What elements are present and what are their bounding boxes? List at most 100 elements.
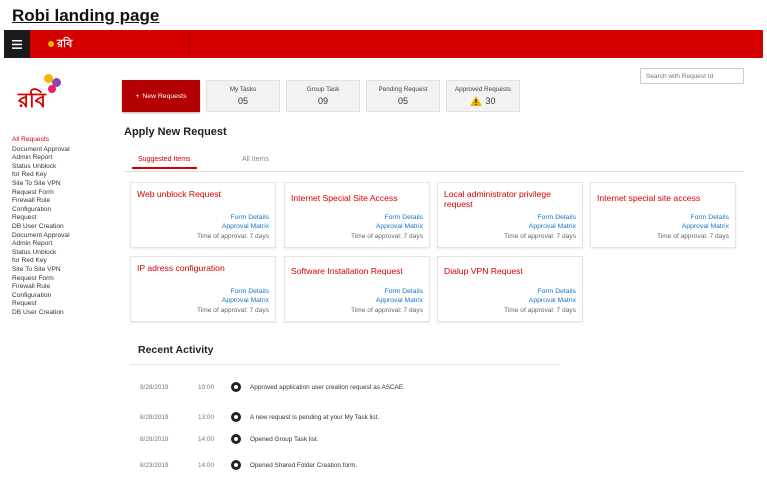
- request-card[interactable]: Local administrator privilege request Fo…: [437, 182, 583, 248]
- stat-value: 05: [397, 96, 408, 106]
- sidebar-item[interactable]: Firewall Rule: [12, 283, 104, 292]
- sidebar-item[interactable]: Document Approval: [12, 146, 104, 155]
- topbar-logo-text: রবি: [57, 37, 73, 50]
- activity-date: 8/23/2019: [140, 461, 169, 469]
- sidebar-item[interactable]: Request Form: [12, 275, 104, 284]
- gear-icon: [231, 434, 241, 444]
- approval-matrix-link[interactable]: Approval Matrix: [529, 297, 576, 304]
- request-card[interactable]: Web unblock Request Form Details Approva…: [130, 182, 276, 248]
- card-title[interactable]: Dialup VPN Request: [444, 266, 578, 276]
- card-title[interactable]: Internet special site access: [597, 193, 731, 203]
- activity-item: 8/28/2019 13:00 A new request is pending…: [140, 411, 379, 423]
- approval-matrix-link[interactable]: Approval Matrix: [222, 223, 269, 230]
- card-title[interactable]: Software Installation Request: [291, 266, 425, 276]
- sidebar-list: Document Approval Admin Report Status Unbl…: [12, 146, 104, 318]
- form-details-link[interactable]: Form Details: [230, 214, 269, 221]
- form-details-link[interactable]: Form Details: [537, 288, 576, 295]
- logo-dot-icon: [48, 41, 54, 47]
- gear-icon: [231, 382, 241, 392]
- gear-icon: [231, 460, 241, 470]
- plus-icon: +: [135, 92, 140, 100]
- new-request-button[interactable]: + New Requests: [122, 80, 200, 112]
- topbar-divider: [189, 30, 190, 58]
- sidebar-title[interactable]: All Requests: [12, 136, 104, 145]
- approval-time: Time of approval: 7 days: [504, 307, 576, 314]
- approval-time: Time of approval: 7 days: [351, 233, 423, 240]
- sidebar-item[interactable]: Request: [12, 300, 104, 309]
- sidebar-item[interactable]: Firewall Rule: [12, 197, 104, 206]
- stat-card-pending-request[interactable]: Pending Request 05: [366, 80, 440, 112]
- activity-text: Opened Group Task list.: [250, 435, 319, 443]
- sidebar-item[interactable]: DB User Creation: [12, 223, 104, 232]
- form-details-link[interactable]: Form Details: [537, 214, 576, 221]
- card-title[interactable]: IP adress configuration: [137, 263, 271, 273]
- stat-card-group-task[interactable]: Group Task 09: [286, 80, 360, 112]
- sidebar-item[interactable]: Admin Report: [12, 240, 104, 249]
- approval-matrix-link[interactable]: Approval Matrix: [529, 223, 576, 230]
- sidebar-item[interactable]: Document Approval: [12, 232, 104, 241]
- stat-value: 05: [237, 96, 248, 106]
- brand-logo[interactable]: রবি: [18, 72, 70, 112]
- activity-item: 8/28/2019 10:00 Approved application use…: [140, 381, 405, 393]
- request-card[interactable]: Software Installation Request Form Detai…: [284, 256, 430, 322]
- sidebar-item[interactable]: Site To Site VPN: [12, 266, 104, 275]
- approval-time: Time of approval: 7 days: [197, 233, 269, 240]
- activity-item: 8/23/2019 14:00 Opened Shared Folder Cre…: [140, 459, 357, 471]
- request-tabs: Suggested Items All Items: [124, 156, 744, 172]
- form-details-link[interactable]: Form Details: [384, 214, 423, 221]
- approval-matrix-link[interactable]: Approval Matrix: [222, 297, 269, 304]
- sidebar-item[interactable]: Admin Report: [12, 154, 104, 163]
- stat-card-approved-requests[interactable]: Approved Requests 30: [446, 80, 520, 112]
- tab-suggested-items[interactable]: Suggested Items: [132, 156, 197, 169]
- activity-text: A new request is pending at your My Task…: [250, 413, 380, 421]
- sidebar-item[interactable]: for Red Key: [12, 171, 104, 180]
- activity-date: 8/28/2019: [140, 383, 169, 391]
- hamburger-icon[interactable]: [4, 30, 30, 58]
- sidebar-item[interactable]: DB User Creation: [12, 309, 104, 318]
- card-title[interactable]: Web unblock Request: [137, 189, 271, 199]
- card-title[interactable]: Local administrator privilege request: [444, 189, 578, 209]
- form-details-link[interactable]: Form Details: [230, 288, 269, 295]
- activity-time: 13:00: [198, 413, 214, 421]
- warning-icon: [470, 96, 483, 106]
- request-card[interactable]: IP adress configuration Form Details App…: [130, 256, 276, 322]
- activity-date: 8/28/2019: [140, 435, 169, 443]
- new-request-label: New Requests: [142, 92, 187, 100]
- card-title[interactable]: Internet Special Site Access: [291, 193, 425, 203]
- sidebar-item[interactable]: for Red Key: [12, 257, 104, 266]
- approval-matrix-link[interactable]: Approval Matrix: [376, 297, 423, 304]
- activity-divider: [130, 364, 560, 365]
- stat-label: Approved Requests: [454, 86, 512, 93]
- topbar-logo[interactable]: রবি: [48, 35, 72, 54]
- approval-matrix-link[interactable]: Approval Matrix: [682, 223, 729, 230]
- form-details-link[interactable]: Form Details: [690, 214, 729, 221]
- sidebar-item[interactable]: Status Unblock: [12, 163, 104, 172]
- approval-matrix-link[interactable]: Approval Matrix: [376, 223, 423, 230]
- stats-row: + New Requests My Tasks 05 Group Task 09…: [122, 80, 520, 112]
- request-card[interactable]: Internet Special Site Access Form Detail…: [284, 182, 430, 248]
- form-details-link[interactable]: Form Details: [384, 288, 423, 295]
- activity-item: 8/28/2019 14:00 Opened Group Task list.: [140, 433, 318, 445]
- approval-time: Time of approval: 7 days: [197, 307, 269, 314]
- top-navbar: রবি: [4, 30, 763, 58]
- sidebar-item[interactable]: Request: [12, 214, 104, 223]
- approval-time: Time of approval: 7 days: [657, 233, 729, 240]
- brand-logo-text: রবি: [18, 88, 46, 112]
- sidebar: All Requests Document Approval Admin Repo…: [12, 136, 104, 317]
- page-heading: Robi landing page: [12, 6, 160, 25]
- stat-value: 09: [317, 96, 328, 106]
- activity-time: 10:00: [198, 383, 214, 391]
- stat-label: Pending Request: [378, 86, 428, 93]
- sidebar-item[interactable]: Site To Site VPN: [12, 180, 104, 189]
- request-card[interactable]: Internet special site access Form Detail…: [590, 182, 736, 248]
- sidebar-item[interactable]: Status Unblock: [12, 249, 104, 258]
- sidebar-item[interactable]: Request Form: [12, 189, 104, 198]
- stat-card-my-tasks[interactable]: My Tasks 05: [206, 80, 280, 112]
- request-card[interactable]: Dialup VPN Request Form Details Approval…: [437, 256, 583, 322]
- tab-all-items[interactable]: All Items: [242, 156, 269, 166]
- sidebar-item[interactable]: Configuration: [12, 206, 104, 215]
- sidebar-item[interactable]: Configuration: [12, 292, 104, 301]
- hamburger-icon-glyph: [12, 39, 22, 49]
- search-input[interactable]: [640, 68, 744, 84]
- stat-label: My Tasks: [229, 86, 257, 93]
